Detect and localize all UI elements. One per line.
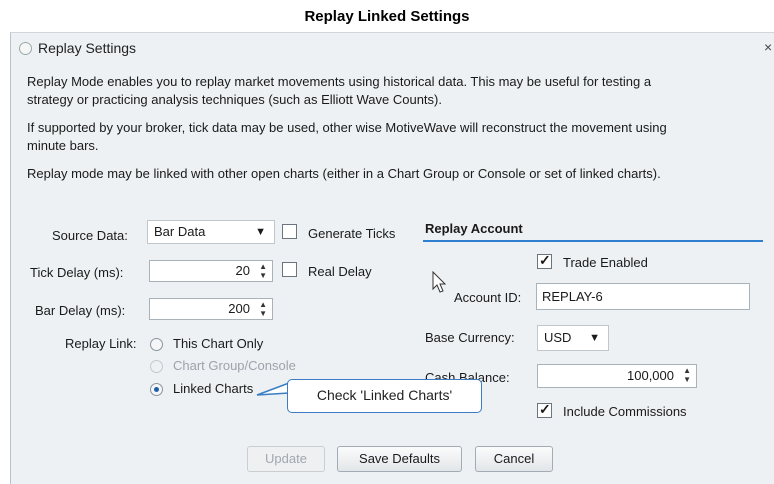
tick-delay-value: 20 — [235, 263, 250, 278]
generate-ticks-label: Generate Ticks — [308, 226, 396, 241]
dropdown-arrow-icon: ▼ — [589, 332, 600, 344]
callout-check-linked-charts: Check 'Linked Charts' — [287, 379, 482, 413]
real-delay-label: Real Delay — [308, 264, 372, 279]
base-currency-select[interactable]: USD ▼ — [537, 325, 609, 351]
spinner-arrows-icon[interactable]: ▲ ▼ — [259, 262, 267, 280]
tick-delay-label: Tick Delay (ms): — [30, 265, 124, 280]
account-id-input[interactable]: REPLAY-6 — [536, 283, 750, 310]
app-icon — [19, 42, 32, 55]
description-line: Replay Mode enables you to replay market… — [27, 74, 652, 89]
replay-account-heading: Replay Account — [425, 221, 523, 236]
description-line: strategy or practicing analysis techniqu… — [27, 92, 442, 107]
update-button[interactable]: Update — [247, 446, 325, 472]
bar-delay-label: Bar Delay (ms): — [35, 303, 126, 318]
radio-linked-charts[interactable] — [150, 383, 163, 396]
base-currency-label: Base Currency: — [425, 330, 515, 345]
source-data-value: Bar Data — [154, 224, 206, 239]
account-id-value: REPLAY-6 — [542, 289, 603, 304]
close-icon[interactable]: × — [764, 39, 772, 55]
trade-enabled-checkbox[interactable] — [537, 252, 552, 269]
description-paragraph-2: If supported by your broker, tick data m… — [27, 119, 772, 155]
title-bar: Replay Settings × — [11, 33, 774, 63]
section-divider — [423, 240, 763, 242]
description-line: If supported by your broker, tick data m… — [27, 120, 667, 135]
radio-this-chart-only[interactable] — [150, 338, 163, 351]
bar-delay-value: 200 — [228, 301, 250, 316]
description-paragraph-3: Replay mode may be linked with other ope… — [27, 166, 661, 181]
include-commissions-checkbox[interactable] — [537, 401, 552, 418]
dropdown-arrow-icon: ▼ — [255, 226, 266, 238]
save-defaults-button[interactable]: Save Defaults — [337, 446, 462, 472]
cash-balance-spinner[interactable]: 100,000 ▲ ▼ — [537, 364, 697, 388]
include-commissions-label: Include Commissions — [563, 404, 687, 419]
account-id-label: Account ID: — [454, 290, 522, 305]
chart-group-console-label: Chart Group/Console — [173, 358, 296, 373]
base-currency-value: USD — [544, 330, 572, 345]
spinner-arrows-icon[interactable]: ▲ ▼ — [259, 300, 267, 318]
this-chart-only-label: This Chart Only — [173, 336, 264, 351]
trade-enabled-label: Trade Enabled — [563, 255, 648, 270]
mouse-cursor-icon — [432, 271, 447, 293]
spinner-arrows-icon[interactable]: ▲ ▼ — [683, 366, 691, 384]
source-data-label: Source Data: — [52, 228, 128, 243]
tick-delay-spinner[interactable]: 20 ▲ ▼ — [149, 260, 273, 282]
cash-balance-value: 100,000 — [627, 368, 674, 383]
generate-ticks-checkbox[interactable] — [282, 224, 297, 239]
bar-delay-spinner[interactable]: 200 ▲ ▼ — [149, 298, 273, 320]
window-title: Replay Settings — [38, 40, 137, 56]
source-data-select[interactable]: Bar Data ▼ — [147, 220, 275, 244]
figure-caption: Replay Linked Settings — [304, 8, 470, 25]
cancel-button[interactable]: Cancel — [475, 446, 553, 472]
replay-settings-dialog: Replay Settings × Replay Mode enables yo… — [10, 32, 774, 484]
real-delay-checkbox[interactable] — [282, 262, 297, 277]
description-paragraph-1: Replay Mode enables you to replay market… — [27, 73, 772, 109]
radio-chart-group-console — [150, 360, 163, 373]
description-line: minute bars. — [27, 138, 99, 153]
callout-pointer — [256, 382, 290, 396]
linked-charts-label: Linked Charts — [173, 381, 254, 396]
replay-link-label: Replay Link: — [65, 336, 137, 351]
